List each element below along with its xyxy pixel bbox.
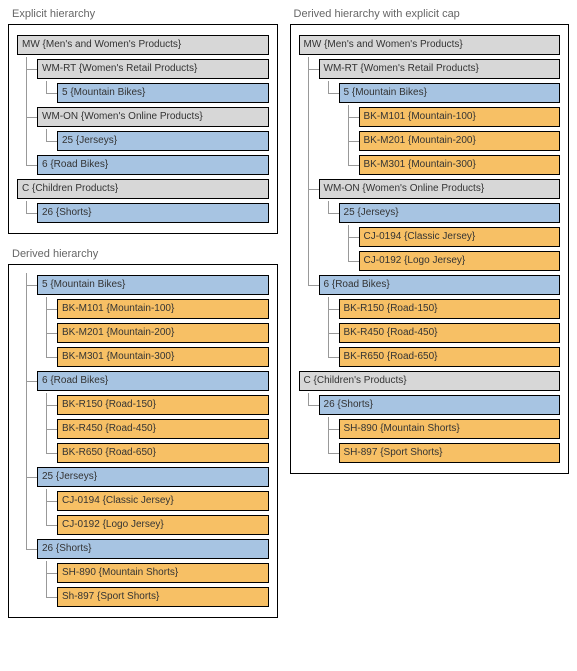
- derived-panel: 5 {Mountain Bikes} BK-M101 {Mountain-100…: [8, 264, 278, 618]
- tree-row: 5 {Mountain Bikes}: [299, 81, 560, 105]
- node-mw: MW {Men's and Women's Products}: [299, 35, 560, 55]
- tree-row: C {Children Products}: [17, 177, 269, 201]
- node-5: 5 {Mountain Bikes}: [339, 83, 560, 103]
- node-5: 5 {Mountain Bikes}: [57, 83, 269, 103]
- tree-row: 5 {Mountain Bikes}: [17, 273, 269, 297]
- tree-row: CJ-0192 {Logo Jersey}: [17, 513, 269, 537]
- node-6: 6 {Road Bikes}: [37, 371, 269, 391]
- node-sh-897: Sh-897 {Sport Shorts}: [57, 587, 269, 607]
- tree-row: 25 {Jerseys}: [17, 129, 269, 153]
- tree-row: BK-R450 {Road-450}: [17, 417, 269, 441]
- node-sh-890: SH-890 {Mountain Shorts}: [57, 563, 269, 583]
- node-26: 26 {Shorts}: [37, 539, 269, 559]
- node-cj-0194: CJ-0194 {Classic Jersey}: [57, 491, 269, 511]
- tree-row: BK-M301 {Mountain-300}: [17, 345, 269, 369]
- node-c: C {Children's Products}: [299, 371, 560, 391]
- tree-row: BK-R650 {Road-650}: [299, 345, 560, 369]
- node-25: 25 {Jerseys}: [339, 203, 560, 223]
- node-5: 5 {Mountain Bikes}: [37, 275, 269, 295]
- tree-row: Sh-897 {Sport Shorts}: [17, 585, 269, 609]
- tree-row: WM-ON {Women's Online Products}: [299, 177, 560, 201]
- tree-row: 26 {Shorts}: [17, 537, 269, 561]
- node-bk-m201: BK-M201 {Mountain-200}: [359, 131, 560, 151]
- node-26: 26 {Shorts}: [37, 203, 269, 223]
- tree-row: 25 {Jerseys}: [299, 201, 560, 225]
- node-mw: MW {Men's and Women's Products}: [17, 35, 269, 55]
- node-25: 25 {Jerseys}: [57, 131, 269, 151]
- node-wm-on: WM-ON {Women's Online Products}: [37, 107, 269, 127]
- tree-row: 26 {Shorts}: [299, 393, 560, 417]
- tree-row: C {Children's Products}: [299, 369, 560, 393]
- node-bk-m301: BK-M301 {Mountain-300}: [359, 155, 560, 175]
- node-cj-0192: CJ-0192 {Logo Jersey}: [359, 251, 560, 271]
- node-bk-r450: BK-R450 {Road-450}: [57, 419, 269, 439]
- node-cj-0194: CJ-0194 {Classic Jersey}: [359, 227, 560, 247]
- tree-row: BK-M101 {Mountain-100}: [299, 105, 560, 129]
- page: Explicit hierarchy MW {Men's and Women's…: [8, 8, 569, 618]
- explicit-section: Explicit hierarchy MW {Men's and Women's…: [8, 8, 278, 234]
- derived-cap-panel: MW {Men's and Women's Products} WM-RT {W…: [290, 24, 569, 474]
- tree-row: BK-M101 {Mountain-100}: [17, 297, 269, 321]
- derived-cap-tree: MW {Men's and Women's Products} WM-RT {W…: [299, 33, 560, 465]
- tree-row: BK-M301 {Mountain-300}: [299, 153, 560, 177]
- tree-row: CJ-0194 {Classic Jersey}: [17, 489, 269, 513]
- tree-row: WM-ON {Women's Online Products}: [17, 105, 269, 129]
- derived-section: Derived hierarchy 5 {Mountain Bikes} BK-…: [8, 248, 278, 618]
- tree-row: 25 {Jerseys}: [17, 465, 269, 489]
- tree-row: SH-897 {Sport Shorts}: [299, 441, 560, 465]
- tree-row: 6 {Road Bikes}: [299, 273, 560, 297]
- tree-row: WM-RT {Women's Retail Products}: [17, 57, 269, 81]
- explicit-title: Explicit hierarchy: [12, 8, 278, 20]
- tree-row: SH-890 {Mountain Shorts}: [299, 417, 560, 441]
- node-cj-0192: CJ-0192 {Logo Jersey}: [57, 515, 269, 535]
- tree-row: BK-R450 {Road-450}: [299, 321, 560, 345]
- node-25: 25 {Jerseys}: [37, 467, 269, 487]
- node-bk-m101: BK-M101 {Mountain-100}: [57, 299, 269, 319]
- derived-tree: 5 {Mountain Bikes} BK-M101 {Mountain-100…: [17, 273, 269, 609]
- tree-row: 6 {Road Bikes}: [17, 369, 269, 393]
- node-bk-r450: BK-R450 {Road-450}: [339, 323, 560, 343]
- tree-row: 5 {Mountain Bikes}: [17, 81, 269, 105]
- explicit-tree: MW {Men's and Women's Products} WM-RT {W…: [17, 33, 269, 225]
- node-wm-rt: WM-RT {Women's Retail Products}: [37, 59, 269, 79]
- node-bk-r150: BK-R150 {Road-150}: [339, 299, 560, 319]
- node-bk-m101: BK-M101 {Mountain-100}: [359, 107, 560, 127]
- node-sh-890: SH-890 {Mountain Shorts}: [339, 419, 560, 439]
- tree-row: BK-R650 {Road-650}: [17, 441, 269, 465]
- tree-row: MW {Men's and Women's Products}: [299, 33, 560, 57]
- node-c: C {Children Products}: [17, 179, 269, 199]
- explicit-panel: MW {Men's and Women's Products} WM-RT {W…: [8, 24, 278, 234]
- tree-row: MW {Men's and Women's Products}: [17, 33, 269, 57]
- right-column: Derived hierarchy with explicit cap MW {…: [290, 8, 569, 474]
- tree-row: BK-M201 {Mountain-200}: [299, 129, 560, 153]
- tree-row: CJ-0192 {Logo Jersey}: [299, 249, 560, 273]
- tree-row: BK-R150 {Road-150}: [17, 393, 269, 417]
- node-bk-r650: BK-R650 {Road-650}: [57, 443, 269, 463]
- derived-title: Derived hierarchy: [12, 248, 278, 260]
- node-wm-rt: WM-RT {Women's Retail Products}: [319, 59, 560, 79]
- left-column: Explicit hierarchy MW {Men's and Women's…: [8, 8, 278, 618]
- node-bk-m201: BK-M201 {Mountain-200}: [57, 323, 269, 343]
- node-bk-m301: BK-M301 {Mountain-300}: [57, 347, 269, 367]
- tree-row: CJ-0194 {Classic Jersey}: [299, 225, 560, 249]
- node-wm-on: WM-ON {Women's Online Products}: [319, 179, 560, 199]
- tree-row: WM-RT {Women's Retail Products}: [299, 57, 560, 81]
- tree-row: 26 {Shorts}: [17, 201, 269, 225]
- tree-row: SH-890 {Mountain Shorts}: [17, 561, 269, 585]
- tree-row: BK-M201 {Mountain-200}: [17, 321, 269, 345]
- derived-cap-title: Derived hierarchy with explicit cap: [294, 8, 569, 20]
- tree-row: BK-R150 {Road-150}: [299, 297, 560, 321]
- node-26: 26 {Shorts}: [319, 395, 560, 415]
- node-6: 6 {Road Bikes}: [37, 155, 269, 175]
- tree-row: 6 {Road Bikes}: [17, 153, 269, 177]
- node-bk-r150: BK-R150 {Road-150}: [57, 395, 269, 415]
- node-bk-r650: BK-R650 {Road-650}: [339, 347, 560, 367]
- node-6: 6 {Road Bikes}: [319, 275, 560, 295]
- node-sh-897: SH-897 {Sport Shorts}: [339, 443, 560, 463]
